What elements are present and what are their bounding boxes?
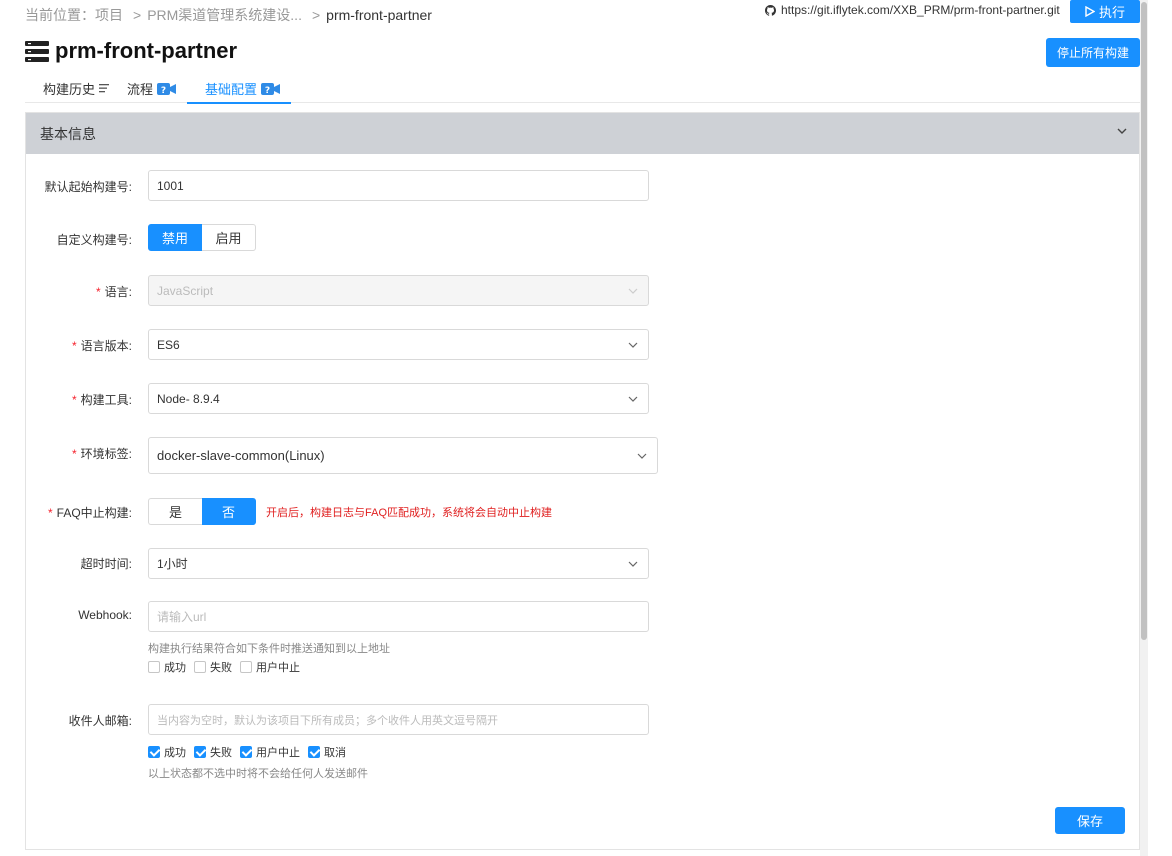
recipients-checks: 成功 失败 用户中止 取消	[148, 744, 348, 760]
webhook-hint: 构建执行结果符合如下条件时推送通知到以上地址	[148, 643, 390, 655]
build-tool-select[interactable]: Node- 8.9.4	[148, 383, 649, 414]
chevron-down-icon	[628, 396, 638, 402]
scrollbar[interactable]	[1140, 0, 1148, 856]
mail-check-fail[interactable]: 失败	[194, 744, 232, 760]
basic-info-panel: 基本信息 默认起始构建号: 1001 自定义构建号: 禁用 启用 * 语言: Ja…	[25, 112, 1140, 850]
checkbox-label: 用户中止	[256, 662, 300, 674]
stop-all-builds-button[interactable]: 停止所有构建	[1046, 38, 1140, 67]
panel-header[interactable]: 基本信息	[26, 113, 1139, 154]
field-label: Webhook:	[78, 608, 132, 622]
start-number-input[interactable]: 1001	[148, 170, 649, 201]
scrollbar-thumb[interactable]	[1141, 2, 1147, 640]
select-value: docker-slave-common(Linux)	[157, 448, 325, 463]
option-enable[interactable]: 启用	[202, 224, 256, 251]
repo-link[interactable]: https://git.iflytek.com/XXB_PRM/prm-fron…	[765, 3, 1060, 17]
faq-abort-hint: 开启后，构建日志与FAQ匹配成功，系统将会自动中止构建	[266, 507, 553, 519]
checkbox[interactable]	[148, 661, 160, 673]
field-label: * 构建工具:	[71, 393, 132, 407]
tab-bar: 构建历史 流程 ? 基础配置 ?	[25, 74, 1140, 104]
select-value: Node- 8.9.4	[157, 391, 220, 406]
option-yes[interactable]: 是	[148, 498, 202, 525]
breadcrumb-item-current: prm-front-partner	[326, 7, 432, 23]
input-value: 1001	[157, 178, 184, 193]
checkbox[interactable]	[240, 661, 252, 673]
recipients-input[interactable]: 当内容为空时，默认为该项目下所有成员；多个收件人用英文逗号隔开	[148, 704, 649, 735]
recipients-hint: 以上状态都不选中时将不会给任何人发送邮件	[148, 768, 368, 780]
server-icon	[25, 41, 49, 62]
mail-check-success[interactable]: 成功	[148, 744, 186, 760]
list-icon	[99, 84, 110, 93]
save-button[interactable]: 保存	[1055, 807, 1125, 834]
tab-label: 构建历史	[43, 82, 96, 97]
run-button-label: 执行	[1098, 5, 1125, 20]
breadcrumb-item-system[interactable]: PRM渠道管理系统建设...	[147, 7, 302, 23]
timeout-select[interactable]: 1小时	[148, 548, 649, 579]
svg-text:?: ?	[161, 86, 166, 96]
page-title: prm-front-partner	[25, 38, 237, 64]
chevron-down-icon	[628, 561, 638, 567]
breadcrumb: 当前位置：项目 > PRM渠道管理系统建设... > prm-front-partner	[25, 5, 432, 25]
chevron-down-icon	[628, 342, 638, 348]
env-tag-select[interactable]: docker-slave-common(Linux)	[148, 437, 658, 474]
breadcrumb-separator: >	[133, 7, 142, 23]
run-button[interactable]: 执行	[1070, 0, 1140, 23]
select-value: 1小时	[157, 557, 188, 571]
mail-check-user-abort[interactable]: 用户中止	[240, 744, 300, 760]
repo-url[interactable]: https://git.iflytek.com/XXB_PRM/prm-fron…	[781, 3, 1060, 17]
webhook-check-fail[interactable]: 失败	[194, 659, 232, 675]
field-label: * 语言版本:	[71, 339, 132, 353]
webhook-input[interactable]: 请输入url	[148, 601, 649, 632]
webhook-check-success[interactable]: 成功	[148, 659, 186, 675]
video-help-icon[interactable]: ?	[157, 81, 177, 97]
field-label: * FAQ中止构建:	[47, 506, 132, 520]
checkbox[interactable]	[308, 746, 320, 758]
panel-title: 基本信息	[40, 125, 96, 142]
tab-label: 基础配置	[205, 82, 258, 97]
checkbox[interactable]	[240, 746, 252, 758]
field-label: * 语言:	[95, 285, 132, 299]
language-version-select[interactable]: ES6	[148, 329, 649, 360]
chevron-down-icon	[628, 288, 638, 294]
faq-abort-toggle: 是 否	[148, 498, 256, 525]
field-label: 收件人邮箱:	[68, 714, 132, 728]
chevron-down-icon[interactable]	[1117, 126, 1127, 136]
tab-basic-config[interactable]: 基础配置 ?	[187, 74, 292, 104]
checkbox-label: 成功	[164, 747, 186, 759]
checkbox[interactable]	[194, 746, 206, 758]
input-placeholder: 请输入url	[157, 610, 207, 624]
custom-number-toggle: 禁用 启用	[148, 224, 256, 251]
checkbox-label: 用户中止	[256, 747, 300, 759]
option-no[interactable]: 否	[202, 498, 256, 525]
language-select: JavaScript	[148, 275, 649, 306]
tab-pipeline[interactable]: 流程 ?	[127, 74, 177, 103]
checkbox-label: 成功	[164, 662, 186, 674]
github-icon	[765, 4, 776, 16]
tab-build-history[interactable]: 构建历史	[43, 74, 110, 103]
checkbox-label: 失败	[210, 747, 232, 759]
mail-check-cancel[interactable]: 取消	[308, 744, 346, 760]
field-label: * 环境标签:	[71, 447, 132, 461]
breadcrumb-prefix: 当前位置：	[25, 7, 95, 23]
tab-label: 流程	[127, 82, 154, 97]
webhook-check-user-abort[interactable]: 用户中止	[240, 659, 300, 675]
field-label: 默认起始构建号:	[44, 180, 132, 194]
option-disable[interactable]: 禁用	[148, 224, 202, 251]
select-value: JavaScript	[157, 283, 214, 298]
svg-text:?: ?	[265, 86, 270, 96]
breadcrumb-separator: >	[311, 7, 321, 23]
chevron-down-icon	[637, 453, 647, 459]
select-value: ES6	[157, 337, 180, 352]
input-placeholder: 当内容为空时，默认为该项目下所有成员；多个收件人用英文逗号隔开	[157, 714, 498, 727]
checkbox-label: 失败	[210, 662, 232, 674]
page-title-text: prm-front-partner	[55, 38, 238, 63]
checkbox-label: 取消	[324, 747, 346, 759]
checkbox[interactable]	[148, 746, 160, 758]
webhook-checks: 成功 失败 用户中止	[148, 659, 302, 675]
field-label: 自定义构建号:	[56, 233, 132, 247]
field-label: 超时时间:	[80, 557, 132, 571]
video-help-icon[interactable]: ?	[261, 81, 281, 97]
play-icon	[1085, 6, 1095, 17]
checkbox[interactable]	[194, 661, 206, 673]
breadcrumb-item-project[interactable]: 项目	[95, 7, 123, 23]
